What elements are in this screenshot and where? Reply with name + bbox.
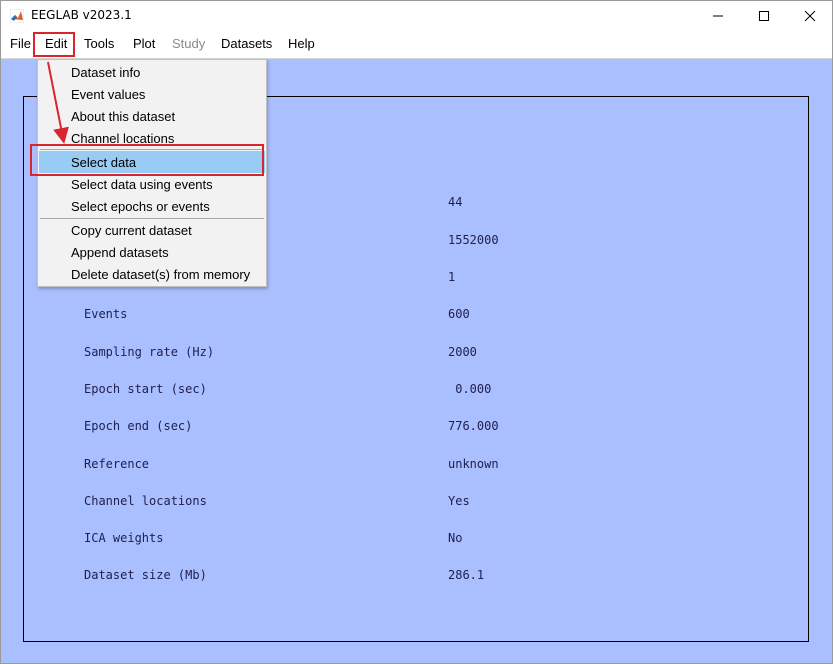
info-value: unknown	[448, 457, 499, 471]
title-bar: EEGLAB v2023.1	[1, 1, 832, 31]
menu-item-append-datasets[interactable]: Append datasets	[39, 241, 265, 263]
info-value: 0.000	[448, 382, 492, 396]
matlab-logo-icon	[10, 9, 24, 23]
menu-item-label: Select data using events	[71, 177, 213, 192]
info-row-reference: Reference unknown	[24, 457, 810, 475]
menu-item-label: Dataset info	[71, 65, 141, 80]
info-row-events: Events 600	[24, 307, 810, 325]
info-label: Epoch start (sec)	[84, 382, 207, 396]
menu-item-event-values[interactable]: Event values	[39, 83, 265, 105]
info-label: Reference	[84, 457, 150, 471]
menu-plot[interactable]: Plot	[133, 36, 155, 51]
info-value: 1	[448, 270, 456, 284]
info-label: Channel locations	[84, 494, 207, 508]
close-button[interactable]	[787, 1, 832, 31]
menu-file[interactable]: File	[10, 36, 31, 51]
menu-item-label: Append datasets	[71, 245, 169, 260]
select-data-highlight-box	[30, 144, 264, 176]
minimize-icon	[713, 15, 723, 17]
info-value: 776.000	[448, 419, 499, 433]
info-label: Dataset size (Mb)	[84, 568, 207, 582]
menu-item-label: About this dataset	[71, 109, 176, 124]
info-value: Yes	[448, 494, 470, 508]
eeglab-window: EEGLAB v2023.1 File Edit Tools Plot Stud…	[0, 0, 833, 664]
info-row-epoch-end: Epoch end (sec) 776.000	[24, 419, 810, 437]
menu-item-label: Event values	[71, 87, 146, 102]
menu-bar: File Edit Tools Plot Study Datasets Help…	[1, 31, 832, 79]
minimize-button[interactable]	[695, 1, 741, 31]
info-row-ica-weights: ICA weights No	[24, 531, 810, 549]
menu-study[interactable]: Study	[172, 36, 205, 51]
menu-datasets[interactable]: Datasets	[221, 36, 272, 51]
maximize-button[interactable]	[741, 1, 787, 31]
menu-item-delete-datasets[interactable]: Delete dataset(s) from memory	[39, 263, 265, 285]
menu-help[interactable]: Help	[288, 36, 315, 51]
info-value: 286.1	[448, 568, 485, 582]
menu-item-copy-dataset[interactable]: Copy current dataset	[39, 219, 265, 241]
info-value: 2000	[448, 345, 477, 359]
info-label: Epoch end (sec)	[84, 419, 193, 433]
info-label: ICA weights	[84, 531, 164, 545]
menu-tools[interactable]: Tools	[84, 36, 114, 51]
info-label: Sampling rate (Hz)	[84, 345, 215, 359]
menu-item-select-epochs[interactable]: Select epochs or events	[39, 195, 265, 217]
menu-item-label: Select epochs or events	[71, 199, 210, 214]
info-value: 1552000	[448, 233, 499, 247]
info-value: No	[448, 531, 463, 545]
info-row-epoch-start: Epoch start (sec) 0.000	[24, 382, 810, 400]
info-value: 600	[448, 307, 470, 321]
info-row-channel-locations: Channel locations Yes	[24, 494, 810, 512]
menu-item-label: Copy current dataset	[71, 223, 192, 238]
window-title: EEGLAB v2023.1	[31, 8, 132, 22]
menu-item-label: Delete dataset(s) from memory	[71, 267, 251, 282]
menu-item-select-data-events[interactable]: Select data using events	[39, 173, 265, 195]
maximize-icon	[759, 11, 769, 21]
menu-item-about-dataset[interactable]: About this dataset	[39, 105, 265, 127]
info-row-sampling-rate: Sampling rate (Hz) 2000	[24, 345, 810, 363]
close-icon	[804, 10, 816, 22]
edit-menu-highlight-box	[33, 32, 75, 57]
info-row-dataset-size: Dataset size (Mb) 286.1	[24, 568, 810, 586]
info-value: 44	[448, 195, 463, 209]
info-label: Events	[84, 307, 128, 321]
menu-item-dataset-info[interactable]: Dataset info	[39, 61, 265, 83]
